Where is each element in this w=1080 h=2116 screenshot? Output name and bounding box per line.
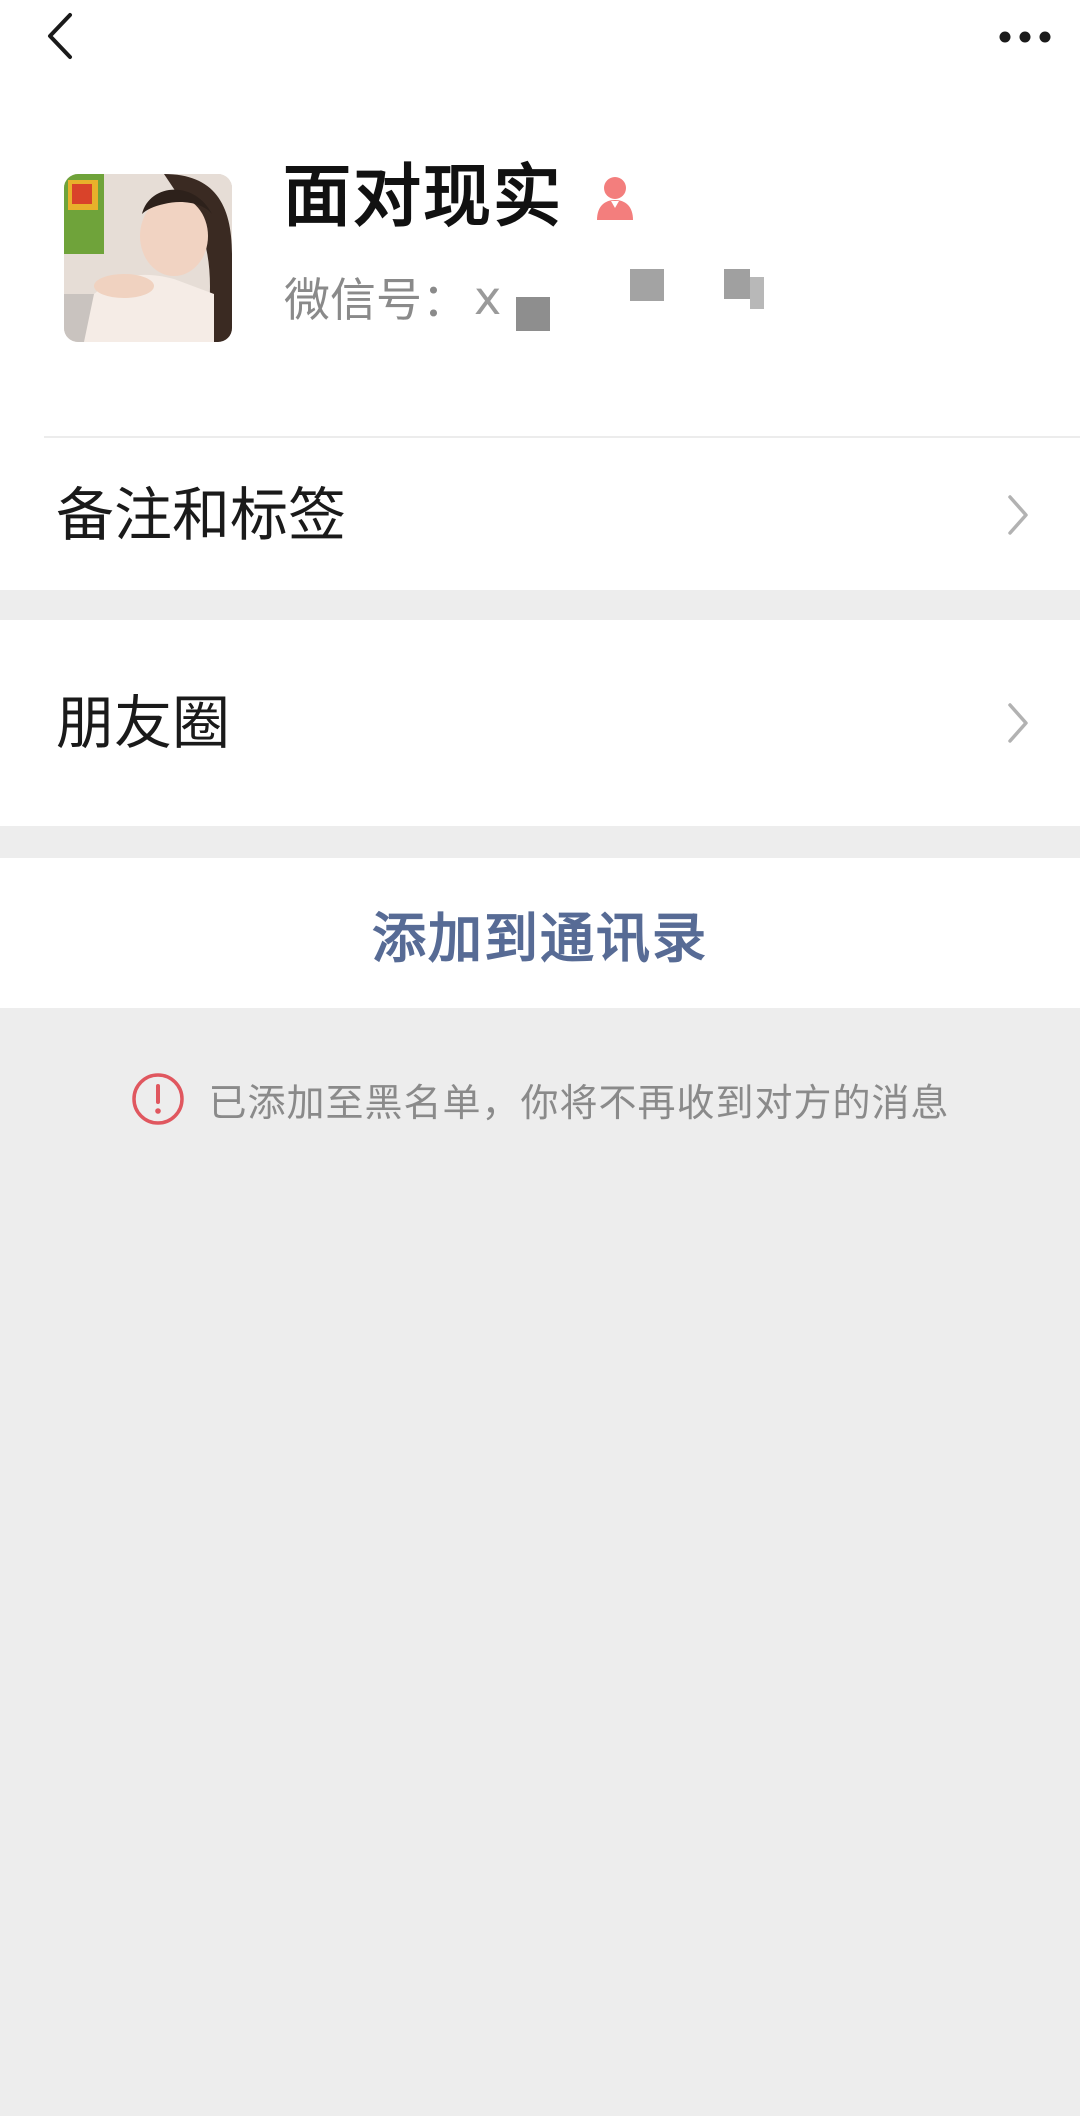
name-row: 面对现实 <box>283 158 643 238</box>
mosaic-block <box>724 269 750 299</box>
moments-cell[interactable]: 朋友圈 <box>0 620 1080 826</box>
divider <box>44 436 1080 438</box>
profile-card: 面对现实 微信号： x 备注和标签 <box>0 0 1080 590</box>
contact-profile-page: 面对现实 微信号： x 备注和标签 朋友圈 添加到通讯录 已添加至黑名单，你将不… <box>0 0 1080 2116</box>
mosaic-block <box>516 297 550 331</box>
profile-header: 面对现实 微信号： x <box>0 150 1080 380</box>
mosaic-block <box>630 269 664 301</box>
chevron-right-icon <box>1000 490 1036 540</box>
add-to-contacts-button[interactable]: 添加到通讯录 <box>0 858 1080 1008</box>
chevron-left-icon <box>43 11 77 65</box>
navigation-bar <box>0 0 1080 80</box>
back-button[interactable] <box>30 8 90 68</box>
wechat-id-label: 微信号： <box>284 273 468 327</box>
more-dots-icon <box>999 29 1051 48</box>
contact-name: 面对现实 <box>283 158 564 237</box>
female-icon <box>587 170 643 226</box>
moments-label: 朋友圈 <box>56 689 231 757</box>
wechat-id-value: x <box>474 267 794 331</box>
wechat-id-row: 微信号： x <box>284 262 794 332</box>
blacklist-notice-text: 已添加至黑名单，你将不再收到对方的消息 <box>208 1080 950 1125</box>
remark-and-tags-label: 备注和标签 <box>56 481 347 549</box>
blacklist-notice: 已添加至黑名单，你将不再收到对方的消息 <box>0 1066 1080 1132</box>
alert-circle-icon <box>130 1071 186 1127</box>
more-button[interactable] <box>990 8 1060 68</box>
mosaic-block <box>750 277 764 309</box>
add-to-contacts-label: 添加到通讯录 <box>372 906 708 970</box>
remark-and-tags-cell[interactable]: 备注和标签 <box>0 440 1080 590</box>
chevron-right-icon <box>1000 698 1036 748</box>
avatar[interactable] <box>64 174 232 342</box>
wechat-id-visible-text: x <box>474 271 502 325</box>
